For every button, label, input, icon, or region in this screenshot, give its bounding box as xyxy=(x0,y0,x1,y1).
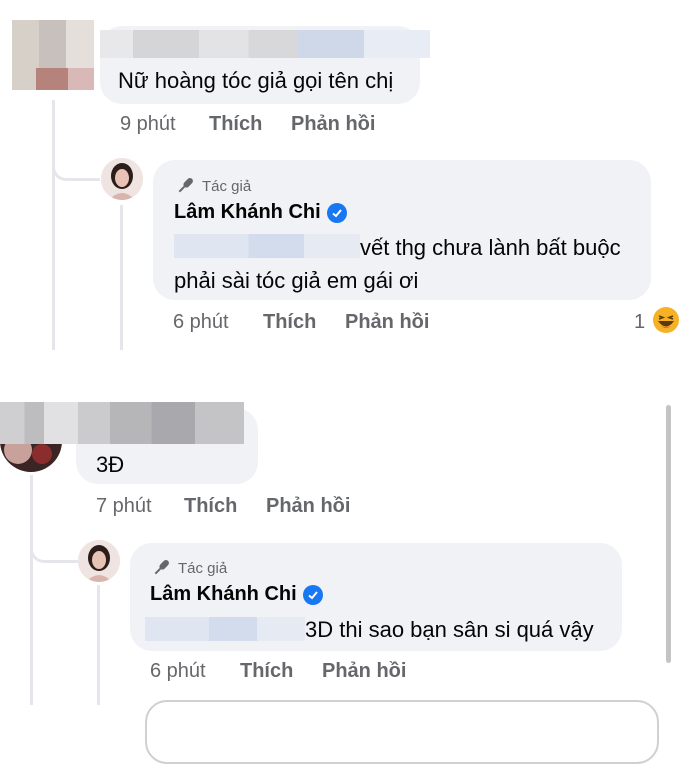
verified-badge-icon xyxy=(326,202,347,223)
author-name-text[interactable]: Lâm Khánh Chi xyxy=(174,201,321,224)
thread-line xyxy=(30,475,33,705)
reaction-count[interactable]: 1 xyxy=(634,311,645,334)
reply-button[interactable]: Phản hồi xyxy=(322,660,406,683)
like-button[interactable]: Thích xyxy=(209,113,262,136)
reply-text-line2: phải sài tóc giả em gái ơi xyxy=(174,268,419,293)
thread-connector xyxy=(30,530,78,563)
comment-text: Nữ hoàng tóc giả gọi tên chị xyxy=(118,68,394,93)
thread-connector xyxy=(52,150,100,181)
author-badge-label: Tác giả xyxy=(178,559,228,577)
reply-input-box[interactable] xyxy=(145,700,659,764)
comment-time[interactable]: 6 phút xyxy=(150,660,206,683)
laugh-emoji-icon[interactable] xyxy=(652,306,680,334)
redacted-mention xyxy=(174,234,360,258)
thread-line xyxy=(97,585,100,705)
reply-button[interactable]: Phản hồi xyxy=(345,311,429,334)
author-badge: Tác giả xyxy=(150,557,227,579)
reply-button[interactable]: Phản hồi xyxy=(291,113,375,136)
thread-line xyxy=(52,100,55,350)
avatar[interactable] xyxy=(12,20,94,90)
author-badge: Tác giả xyxy=(174,175,251,197)
author-name[interactable]: Lâm Khánh Chi xyxy=(174,201,347,224)
redacted-mention xyxy=(145,617,305,641)
redacted-name xyxy=(0,402,244,444)
comment-text: 3Đ xyxy=(96,452,125,477)
microphone-icon xyxy=(178,178,193,193)
comment-time[interactable]: 6 phút xyxy=(173,311,229,334)
verified-badge-icon xyxy=(302,584,323,605)
author-name-text[interactable]: Lâm Khánh Chi xyxy=(150,583,297,606)
like-button[interactable]: Thích xyxy=(240,660,293,683)
microphone-icon xyxy=(154,560,169,575)
avatar[interactable] xyxy=(78,540,120,582)
author-badge-label: Tác giả xyxy=(202,177,252,195)
reply-text: 3D thi sao bạn sân si quá vậy xyxy=(305,617,594,642)
scrollbar-thumb[interactable] xyxy=(666,405,671,663)
comment-time[interactable]: 9 phút xyxy=(120,113,176,136)
like-button[interactable]: Thích xyxy=(184,495,237,518)
comment-time[interactable]: 7 phút xyxy=(96,495,152,518)
avatar[interactable] xyxy=(101,158,143,200)
redacted-name xyxy=(100,30,430,58)
thread-line xyxy=(120,205,123,350)
profile-photo xyxy=(101,158,143,200)
profile-photo xyxy=(78,540,120,582)
author-name[interactable]: Lâm Khánh Chi xyxy=(150,583,323,606)
reply-text-line1: vết thg chưa lành bất buộc xyxy=(360,235,621,260)
reply-button[interactable]: Phản hồi xyxy=(266,495,350,518)
like-button[interactable]: Thích xyxy=(263,311,316,334)
